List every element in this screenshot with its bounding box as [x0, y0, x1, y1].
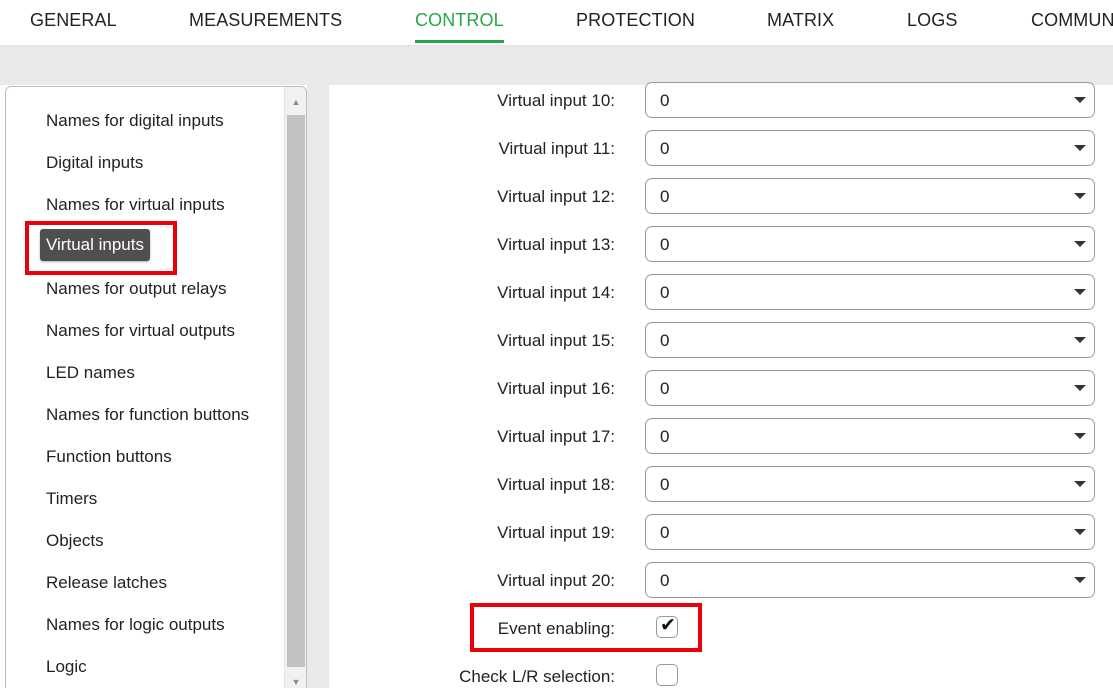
- panel-gap: [307, 85, 329, 688]
- chevron-down-icon: [1074, 577, 1086, 583]
- chevron-down-icon: [1074, 337, 1086, 343]
- tab-matrix[interactable]: MATRIX: [767, 10, 834, 31]
- sidebar-item-names-digital-inputs[interactable]: Names for digital inputs: [46, 111, 224, 131]
- sidebar-item-names-virtual-outputs[interactable]: Names for virtual outputs: [46, 321, 235, 341]
- virtual-input-18-value: 0: [660, 475, 670, 494]
- scroll-down-icon[interactable]: ▼: [285, 671, 306, 688]
- sidebar-item-function-buttons[interactable]: Function buttons: [46, 447, 172, 467]
- virtual-input-11-value: 0: [660, 139, 670, 158]
- check-lr-selection-checkbox[interactable]: [656, 664, 678, 686]
- sidebar-item-names-function-buttons[interactable]: Names for function buttons: [46, 405, 249, 425]
- sidebar: Names for digital inputs Digital inputs …: [5, 86, 307, 688]
- virtual-input-17-select[interactable]: 0: [645, 418, 1095, 454]
- sidebar-item-objects[interactable]: Objects: [46, 531, 104, 551]
- chevron-down-icon: [1074, 481, 1086, 487]
- virtual-input-18-select[interactable]: 0: [645, 466, 1095, 502]
- top-navigation: GENERAL MEASUREMENTS CONTROL PROTECTION …: [0, 0, 1113, 46]
- sidebar-item-names-logic-outputs[interactable]: Names for logic outputs: [46, 615, 225, 635]
- virtual-input-13-value: 0: [660, 235, 670, 254]
- virtual-input-12-select[interactable]: 0: [645, 178, 1095, 214]
- tab-control[interactable]: CONTROL: [415, 10, 504, 43]
- tab-general[interactable]: GENERAL: [30, 10, 117, 31]
- sidebar-item-led-names[interactable]: LED names: [46, 363, 135, 383]
- virtual-input-14-value: 0: [660, 283, 670, 302]
- virtual-input-16-select[interactable]: 0: [645, 370, 1095, 406]
- tab-communication[interactable]: COMMUN: [1031, 10, 1113, 31]
- tab-control-label: CONTROL: [415, 10, 504, 30]
- virtual-inputs-form: Virtual input 10: 0 Virtual input 11: 0 …: [329, 82, 1113, 688]
- virtual-input-16-value: 0: [660, 379, 670, 398]
- virtual-input-10-select[interactable]: 0: [645, 82, 1095, 118]
- virtual-input-19-value: 0: [660, 523, 670, 542]
- sidebar-item-names-virtual-inputs[interactable]: Names for virtual inputs: [46, 195, 225, 215]
- sidebar-item-names-output-relays[interactable]: Names for output relays: [46, 279, 226, 299]
- active-tab-underline: [415, 40, 504, 43]
- virtual-input-20-select[interactable]: 0: [645, 562, 1095, 598]
- chevron-down-icon: [1074, 529, 1086, 535]
- virtual-input-17-value: 0: [660, 427, 670, 446]
- tab-logs[interactable]: LOGS: [907, 10, 957, 31]
- virtual-input-11-select[interactable]: 0: [645, 130, 1095, 166]
- virtual-input-12-value: 0: [660, 187, 670, 206]
- toolbar-band: [0, 46, 1113, 85]
- sidebar-item-timers[interactable]: Timers: [46, 489, 97, 509]
- chevron-down-icon: [1074, 241, 1086, 247]
- virtual-input-10-value: 0: [660, 91, 670, 110]
- chevron-down-icon: [1074, 97, 1086, 103]
- virtual-input-14-select[interactable]: 0: [645, 274, 1095, 310]
- sidebar-item-logic[interactable]: Logic: [46, 657, 87, 677]
- virtual-input-20-value: 0: [660, 571, 670, 590]
- virtual-input-13-select[interactable]: 0: [645, 226, 1095, 262]
- virtual-input-19-select[interactable]: 0: [645, 514, 1095, 550]
- tab-protection[interactable]: PROTECTION: [576, 10, 695, 31]
- event-enabling-checkbox[interactable]: ✔: [656, 615, 678, 638]
- chevron-down-icon: [1074, 433, 1086, 439]
- virtual-input-15-select[interactable]: 0: [645, 322, 1095, 358]
- virtual-input-14-label: Virtual input 14:: [497, 283, 615, 302]
- virtual-input-11-label: Virtual input 11:: [498, 139, 615, 158]
- scroll-up-icon[interactable]: ▲: [285, 91, 306, 113]
- sidebar-item-release-latches[interactable]: Release latches: [46, 573, 167, 593]
- sidebar-scrollbar[interactable]: ▲ ▼: [284, 87, 306, 688]
- virtual-input-13-label: Virtual input 13:: [497, 235, 615, 254]
- chevron-down-icon: [1074, 385, 1086, 391]
- virtual-input-15-label: Virtual input 15:: [497, 331, 615, 350]
- chevron-down-icon: [1074, 145, 1086, 151]
- virtual-input-10-label: Virtual input 10:: [497, 91, 615, 110]
- sidebar-item-virtual-inputs[interactable]: Virtual inputs: [40, 229, 150, 261]
- chevron-down-icon: [1074, 289, 1086, 295]
- checkmark-icon: ✔: [660, 615, 676, 636]
- event-enabling-label: Event enabling:: [497, 619, 615, 638]
- virtual-input-16-label: Virtual input 16:: [497, 379, 615, 398]
- virtual-input-15-value: 0: [660, 331, 670, 350]
- chevron-down-icon: [1074, 193, 1086, 199]
- tab-measurements[interactable]: MEASUREMENTS: [189, 10, 342, 31]
- virtual-input-17-label: Virtual input 17:: [497, 427, 615, 446]
- virtual-input-19-label: Virtual input 19:: [497, 523, 615, 542]
- virtual-input-18-label: Virtual input 18:: [497, 475, 615, 494]
- virtual-input-20-label: Virtual input 20:: [497, 571, 615, 590]
- check-lr-selection-label: Check L/R selection:: [459, 667, 615, 686]
- scrollbar-thumb[interactable]: [287, 115, 305, 667]
- sidebar-item-digital-inputs[interactable]: Digital inputs: [46, 153, 143, 173]
- virtual-input-12-label: Virtual input 12:: [497, 187, 615, 206]
